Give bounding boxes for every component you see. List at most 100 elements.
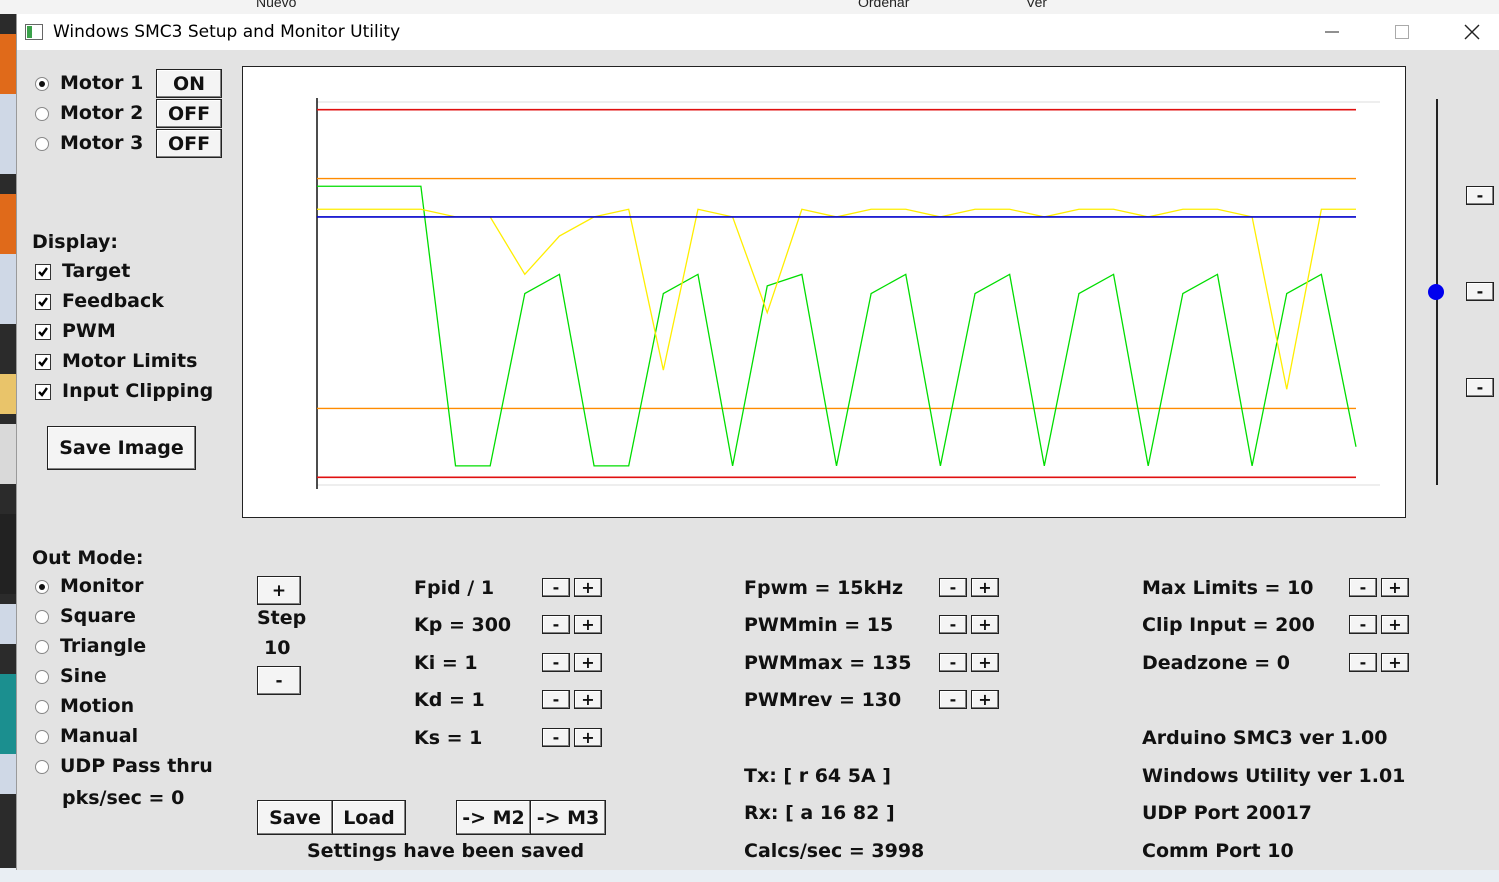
motor-2-label: Motor 2 <box>60 102 144 124</box>
motor-3-toggle-button[interactable]: OFF <box>156 129 222 158</box>
motor-limits-label: Motor Limits <box>62 350 198 372</box>
sine-label: Sine <box>60 665 107 687</box>
copy-to-m2-button[interactable]: -> M2 <box>456 800 531 835</box>
ordenar-menu[interactable]: Ordenar <box>858 0 909 10</box>
fpid-label: Fpid / 1 <box>414 577 495 599</box>
kd-plus-button[interactable]: + <box>574 690 602 709</box>
pwmmax-minus-button[interactable]: - <box>939 653 967 672</box>
motor-limits-checkbox[interactable] <box>35 354 51 370</box>
check-icon <box>38 387 48 397</box>
kp-minus-button[interactable]: - <box>542 615 570 634</box>
close-button[interactable] <box>1449 14 1495 50</box>
comm-port: Comm Port 10 <box>1142 840 1294 862</box>
input-clipping-checkbox[interactable] <box>35 384 51 400</box>
check-icon <box>38 267 48 277</box>
target-label: Target <box>62 260 131 282</box>
clip-input-label: Clip Input = 200 <box>1142 614 1315 636</box>
motor-1-radio[interactable] <box>35 77 49 91</box>
slider-minus-button-3[interactable]: - <box>1466 378 1494 397</box>
ki-plus-button[interactable]: + <box>574 653 602 672</box>
motor-3-label: Motor 3 <box>60 132 144 154</box>
input-clipping-label: Input Clipping <box>62 380 214 402</box>
deadzone-plus-button[interactable]: + <box>1381 653 1409 672</box>
calcs-readout: Calcs/sec = 3998 <box>744 840 925 862</box>
save-button[interactable]: Save <box>257 800 333 835</box>
motor-1-label: Motor 1 <box>60 72 144 94</box>
max-limits-label: Max Limits = 10 <box>1142 577 1314 599</box>
chart-canvas <box>316 98 1380 489</box>
fpid-minus-button[interactable]: - <box>542 578 570 597</box>
window-title: Windows SMC3 Setup and Monitor Utility <box>53 22 401 42</box>
manual-label: Manual <box>60 725 139 747</box>
max-limits-plus-button[interactable]: + <box>1381 578 1409 597</box>
pwmrev-label: PWMrev = 130 <box>744 689 902 711</box>
fpid-plus-button[interactable]: + <box>574 578 602 597</box>
motor-1-toggle-button[interactable]: ON <box>156 69 222 98</box>
triangle-radio[interactable] <box>35 640 49 654</box>
bottom-strip <box>0 868 1499 882</box>
step-minus-button[interactable]: - <box>257 666 301 695</box>
deadzone-minus-button[interactable]: - <box>1349 653 1377 672</box>
pwmrev-plus-button[interactable]: + <box>971 690 999 709</box>
pwmmin-plus-button[interactable]: + <box>971 615 999 634</box>
taskbar-strip: Nuevo Ordenar Ver <box>0 0 1499 14</box>
slider-minus-button-1[interactable]: - <box>1466 186 1494 205</box>
monitor-radio[interactable] <box>35 580 49 594</box>
pwmrev-minus-button[interactable]: - <box>939 690 967 709</box>
minimize-icon <box>1325 31 1339 33</box>
ks-label: Ks = 1 <box>414 727 483 749</box>
motion-radio[interactable] <box>35 700 49 714</box>
check-icon <box>38 357 48 367</box>
chart-series-line-1 <box>317 185 1357 467</box>
maximize-icon <box>1395 25 1409 39</box>
app-icon <box>25 24 43 40</box>
fpwm-label: Fpwm = 15kHz <box>744 577 904 599</box>
slider-minus-button-2[interactable]: - <box>1466 282 1494 301</box>
minimize-button[interactable] <box>1309 14 1355 50</box>
kd-label: Kd = 1 <box>414 689 485 711</box>
ks-minus-button[interactable]: - <box>542 728 570 747</box>
monitor-chart <box>242 66 1406 518</box>
maximize-button[interactable] <box>1379 14 1425 50</box>
pwmmin-minus-button[interactable]: - <box>939 615 967 634</box>
pwm-checkbox[interactable] <box>35 324 51 340</box>
ver-menu[interactable]: Ver <box>1026 0 1047 10</box>
copy-to-m3-button[interactable]: -> M3 <box>530 800 606 835</box>
nuevo-menu[interactable]: Nuevo <box>256 0 296 10</box>
app-window: Windows SMC3 Setup and Monitor Utility M… <box>16 14 1499 870</box>
fpwm-minus-button[interactable]: - <box>939 578 967 597</box>
motor-2-radio[interactable] <box>35 107 49 121</box>
motion-label: Motion <box>60 695 135 717</box>
max-limits-minus-button[interactable]: - <box>1349 578 1377 597</box>
kp-plus-button[interactable]: + <box>574 615 602 634</box>
display-heading: Display: <box>32 231 118 253</box>
save-image-button[interactable]: Save Image <box>47 426 196 470</box>
rx-readout: Rx: [ a 16 82 ] <box>744 802 895 824</box>
step-plus-button[interactable]: + <box>257 576 301 605</box>
manual-radio[interactable] <box>35 730 49 744</box>
motor-3-radio[interactable] <box>35 137 49 151</box>
check-icon <box>38 297 48 307</box>
deadzone-label: Deadzone = 0 <box>1142 652 1290 674</box>
pwmmax-plus-button[interactable]: + <box>971 653 999 672</box>
load-button[interactable]: Load <box>332 800 406 835</box>
udp-pass-thru-label: UDP Pass thru <box>60 755 213 777</box>
target-checkbox[interactable] <box>35 264 51 280</box>
title-bar: Windows SMC3 Setup and Monitor Utility <box>17 14 1499 50</box>
clip-input-plus-button[interactable]: + <box>1381 615 1409 634</box>
fpwm-plus-button[interactable]: + <box>971 578 999 597</box>
clip-input-minus-button[interactable]: - <box>1349 615 1377 634</box>
square-radio[interactable] <box>35 610 49 624</box>
ki-minus-button[interactable]: - <box>542 653 570 672</box>
step-label: Step <box>257 607 307 629</box>
ks-plus-button[interactable]: + <box>574 728 602 747</box>
feedback-checkbox[interactable] <box>35 294 51 310</box>
udp-port: UDP Port 20017 <box>1142 802 1312 824</box>
kd-minus-button[interactable]: - <box>542 690 570 709</box>
udp-pass-thru-radio[interactable] <box>35 760 49 774</box>
sine-radio[interactable] <box>35 670 49 684</box>
motor-2-toggle-button[interactable]: OFF <box>156 99 222 128</box>
square-label: Square <box>60 605 136 627</box>
slider-thumb[interactable] <box>1428 284 1444 300</box>
utility-version: Windows Utility ver 1.01 <box>1142 765 1406 787</box>
